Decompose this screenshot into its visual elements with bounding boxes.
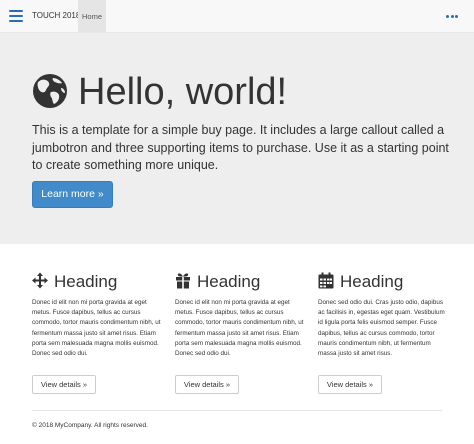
column-heading: Heading <box>54 272 118 291</box>
column-text: Donec id elit non mi porta gravida at eg… <box>175 299 304 358</box>
column-heading: Heading <box>340 272 404 291</box>
column-heading: Heading <box>197 272 261 291</box>
view-details-button[interactable]: View details » <box>175 375 239 394</box>
footer-divider <box>32 410 442 411</box>
gift-icon <box>176 273 190 289</box>
view-details-button[interactable]: View details » <box>318 375 382 394</box>
feature-column: Heading Donec id elit non mi porta gravi… <box>175 270 307 394</box>
move-arrows-icon <box>32 272 48 289</box>
footer-copyright: © 2018 MyCompany. All rights reserved. <box>32 422 148 429</box>
ellipsis-icon[interactable] <box>446 15 460 19</box>
view-details-button[interactable]: View details » <box>32 375 96 394</box>
globe-icon <box>33 74 67 108</box>
column-header: Heading <box>175 270 307 294</box>
hamburger-menu-icon[interactable] <box>9 10 23 22</box>
learn-more-button[interactable]: Learn more » <box>32 181 113 208</box>
column-header: Heading <box>32 270 164 294</box>
column-header: Heading <box>318 270 450 294</box>
column-text: Donec sed odio dui. Cras justo odio, dap… <box>318 299 445 358</box>
page-title: Hello, world! <box>78 71 288 113</box>
calendar-icon <box>318 272 334 289</box>
jumbotron-description: This is a template for a simple buy page… <box>32 123 449 172</box>
jumbotron: Hello, world! This is a template for a s… <box>0 33 474 244</box>
nav-item-home[interactable]: Home <box>78 0 106 32</box>
navbar: TOUCH 2018 Home <box>0 0 474 33</box>
feature-column: Heading Donec id elit non mi porta gravi… <box>32 270 164 394</box>
brand-link[interactable]: TOUCH 2018 <box>32 11 80 20</box>
feature-column: Heading Donec sed odio dui. Cras justo o… <box>318 270 450 394</box>
column-text: Donec id elit non mi porta gravida at eg… <box>32 299 161 358</box>
